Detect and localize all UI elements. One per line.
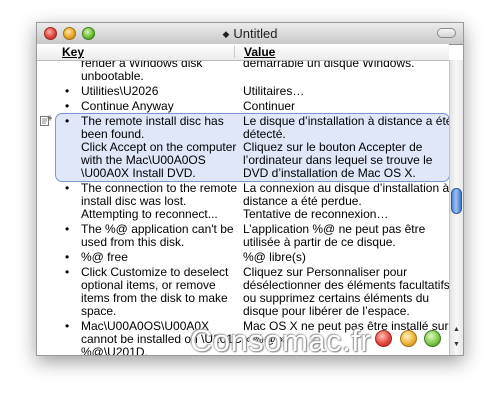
- row-bullet-icon: •: [65, 181, 70, 195]
- edited-diamond-icon: ◆: [222, 29, 230, 39]
- toolbar-toggle-button[interactable]: [437, 28, 456, 38]
- row-key[interactable]: Click Customize to deselect optional item…: [81, 266, 231, 318]
- table-row[interactable]: • The connection to the remote install dis…: [37, 182, 451, 221]
- key-column-header[interactable]: Key: [62, 44, 84, 60]
- column-divider[interactable]: [234, 46, 235, 58]
- row-bullet-icon: •: [65, 222, 70, 236]
- row-key-line: unbootable.: [81, 69, 144, 83]
- table-row[interactable]: • Continue Anyway Continuer: [37, 100, 451, 113]
- row-value[interactable]: %@ libre(s): [243, 251, 449, 264]
- row-value-line: DVD d’installation de Mac OS X.: [243, 166, 416, 180]
- table-row[interactable]: • Click Customize to deselect optional ite…: [37, 266, 451, 318]
- row-key-line: Utilities\U2026: [81, 84, 159, 98]
- watermark-red-dot: [375, 330, 392, 347]
- row-bullet-icon: •: [65, 84, 70, 98]
- row-key-line: space.: [81, 304, 117, 318]
- row-value-line: utilisée à partir de ce disque.: [243, 235, 396, 249]
- scroll-up-arrow-icon[interactable]: ▲: [453, 326, 460, 333]
- scrollbar-thumb[interactable]: [451, 188, 462, 214]
- row-value-line: disque pour libérer de l’espace.: [243, 304, 410, 318]
- row-key-line: Continue Anyway: [81, 99, 174, 113]
- outline-rows: render a Windows disk unbootable. démarrab…: [37, 61, 451, 355]
- watermark: Consomac.fr: [190, 323, 372, 358]
- vertical-scrollbar[interactable]: ▲ ▼: [449, 60, 463, 355]
- add-note-icon[interactable]: [40, 115, 52, 126]
- table-row[interactable]: • %@ free %@ libre(s): [37, 251, 451, 264]
- row-key[interactable]: The connection to the remote install disc…: [81, 182, 237, 221]
- window-title: ◆ Untitled: [37, 23, 463, 45]
- table-row[interactable]: • Utilities\U2026 Utilitaires…: [37, 85, 451, 98]
- row-value[interactable]: Cliquez sur Personnaliser pour désélectio…: [243, 266, 451, 318]
- table-row[interactable]: • The remote install disc has been found. C…: [37, 113, 451, 182]
- row-key[interactable]: Continue Anyway: [81, 100, 231, 113]
- row-value[interactable]: Utilitaires…: [243, 85, 449, 98]
- row-key[interactable]: Utilities\U2026: [81, 85, 231, 98]
- row-key[interactable]: The remote install disc has been found. Cl…: [81, 115, 236, 180]
- watermark-green-dot: [424, 330, 441, 347]
- window-title-text: Untitled: [233, 26, 278, 41]
- row-value-line: Utilitaires…: [243, 84, 305, 98]
- scroll-down-arrow-icon[interactable]: ▼: [453, 341, 460, 348]
- window: ◆ Untitled Key Value render a Windows dis…: [36, 22, 464, 356]
- title-bar[interactable]: ◆ Untitled: [37, 23, 463, 45]
- row-value[interactable]: démarrable un disque Windows.: [243, 61, 449, 70]
- row-value[interactable]: Le disque d’installation à distance a ét…: [243, 115, 451, 180]
- column-header: Key Value: [37, 44, 449, 61]
- row-key-line: Attempting to reconnect...: [81, 207, 218, 221]
- row-value-line: démarrable un disque Windows.: [243, 61, 415, 70]
- row-key-line: \U00A0X Install DVD.: [81, 166, 196, 180]
- row-key[interactable]: render a Windows disk unbootable.: [81, 61, 231, 83]
- row-value[interactable]: La connexion au disque d’installation àd…: [243, 182, 449, 221]
- row-key-line: %@ free: [81, 250, 128, 264]
- row-bullet-icon: •: [65, 250, 70, 264]
- row-bullet-icon: •: [65, 265, 70, 279]
- row-value-line: Continuer: [243, 99, 296, 113]
- row-value[interactable]: Continuer: [243, 100, 449, 113]
- row-key[interactable]: The %@ application can't be used from thi…: [81, 223, 234, 249]
- row-value-line: Tentative de reconnexion…: [243, 207, 389, 221]
- watermark-yellow-dot: [400, 330, 417, 347]
- value-column-header[interactable]: Value: [244, 44, 275, 60]
- row-value[interactable]: L’application %@ ne peut pas être utilisé…: [243, 223, 449, 249]
- row-bullet-icon: •: [65, 319, 70, 333]
- row-key-line: used from this disk.: [81, 235, 185, 249]
- row-value-line: %@ libre(s): [243, 250, 306, 264]
- table-row[interactable]: render a Windows disk unbootable. démarrab…: [37, 61, 451, 83]
- row-bullet-icon: •: [65, 99, 70, 113]
- table-row[interactable]: • The %@ application can't be used from th…: [37, 223, 451, 249]
- row-key[interactable]: %@ free: [81, 251, 231, 264]
- row-bullet-icon: •: [65, 114, 70, 128]
